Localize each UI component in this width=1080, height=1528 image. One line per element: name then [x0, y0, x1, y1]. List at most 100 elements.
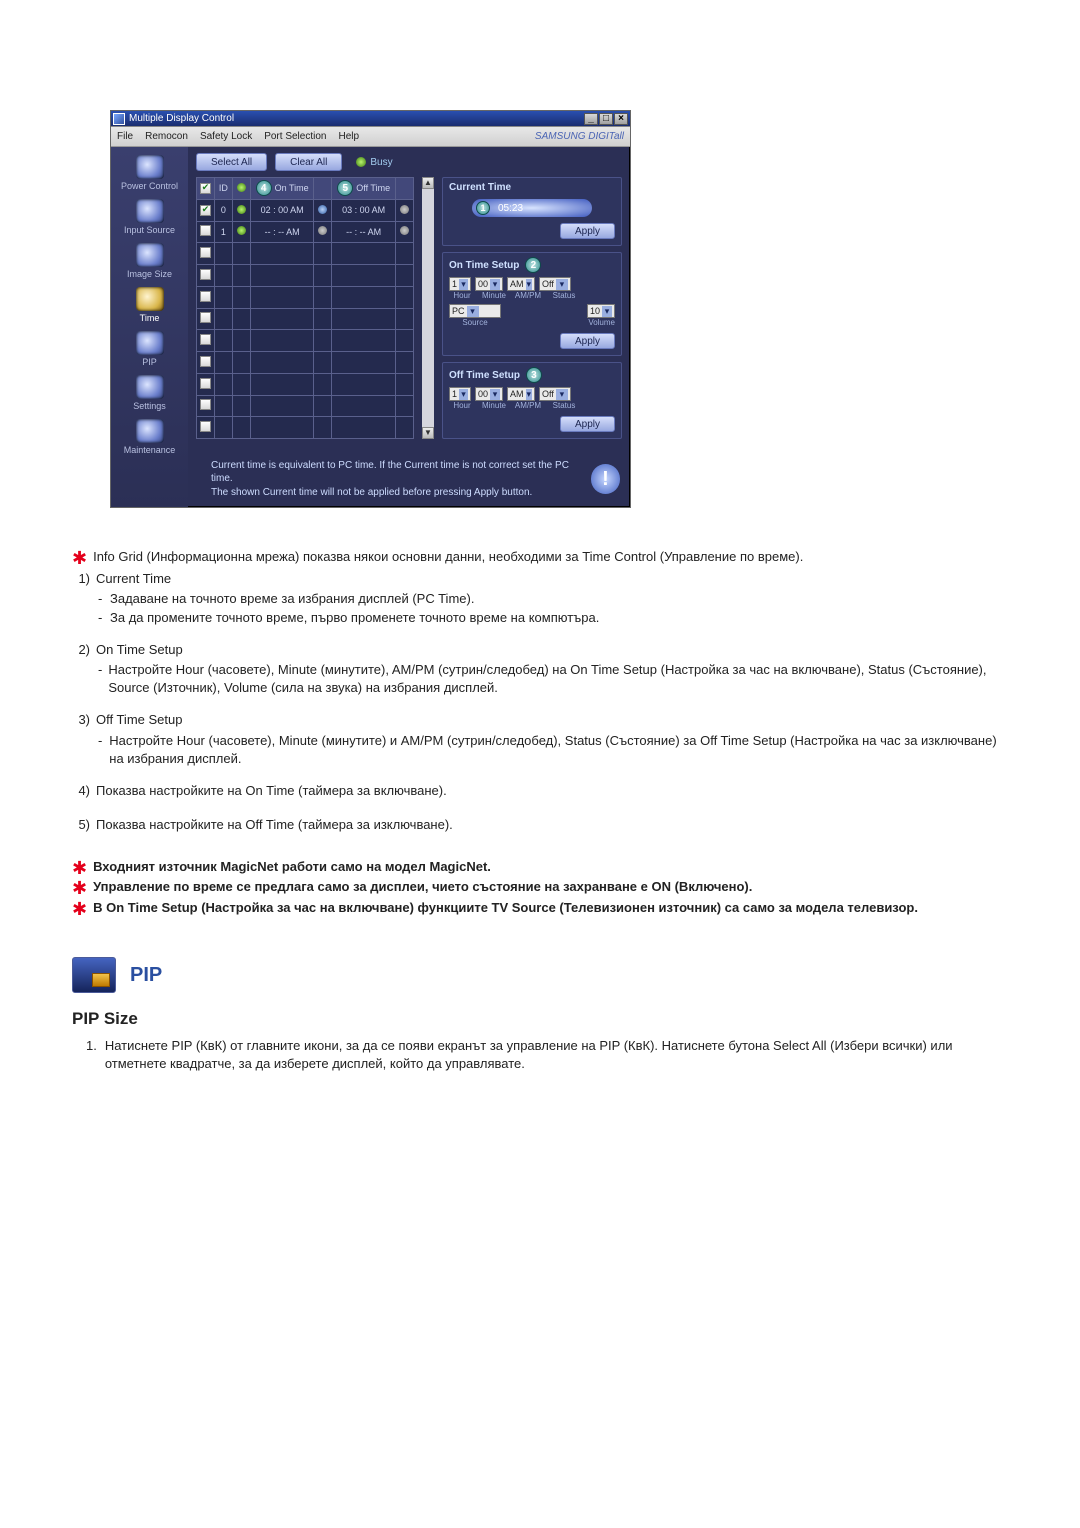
select-all-button[interactable]: Select All — [196, 153, 267, 171]
cell-id — [214, 417, 232, 439]
menu-file[interactable]: File — [117, 131, 133, 142]
row-checkbox[interactable] — [200, 334, 211, 345]
row-checkbox[interactable] — [200, 356, 211, 367]
menu-port-selection[interactable]: Port Selection — [264, 131, 326, 142]
dash-icon: - — [98, 661, 102, 697]
apply-off-time-button[interactable]: Apply — [560, 416, 615, 432]
cell-id — [214, 286, 232, 308]
header-checkbox[interactable] — [200, 183, 211, 194]
table-row — [197, 308, 414, 330]
apply-on-time-button[interactable]: Apply — [560, 333, 615, 349]
busy-indicator: Busy — [356, 157, 392, 168]
row-checkbox[interactable] — [200, 269, 211, 280]
footer-note-line1: Current time is equivalent to PC time. I… — [211, 459, 581, 486]
off-minute-select[interactable]: 00▾ — [475, 387, 503, 401]
scroll-track[interactable] — [422, 189, 434, 427]
cell-led1 — [232, 286, 250, 308]
cell-led3 — [396, 308, 414, 330]
on-minute-select[interactable]: 00▾ — [475, 277, 503, 291]
item-title: Off Time Setup — [96, 711, 182, 729]
pip-subtitle: PIP Size — [72, 1007, 1008, 1031]
sidebar-item-pip[interactable]: PIP — [115, 329, 184, 369]
item-title: Current Time — [96, 570, 171, 588]
cell-led2 — [314, 417, 332, 439]
list-item: 2)On Time Setup — [72, 641, 1008, 659]
off-ampm-select[interactable]: AM▾ — [507, 387, 535, 401]
intro-text: Info Grid (Информационна мрежа) показва … — [93, 548, 803, 566]
table-row: 002 : 00 AM03 : 00 AM — [197, 199, 414, 221]
cell-led3 — [396, 286, 414, 308]
cell-on-time — [250, 243, 314, 265]
sidebar-item-power-control[interactable]: Power Control — [115, 153, 184, 193]
off-hour-select[interactable]: 1▾ — [449, 387, 471, 401]
sidebar-item-label: PIP — [142, 357, 157, 367]
row-checkbox[interactable] — [200, 421, 211, 432]
on-hour-select[interactable]: 1▾ — [449, 277, 471, 291]
ol-text: Натиснете PIP (КвК) от главните икони, з… — [105, 1037, 1008, 1073]
cell-led3 — [396, 199, 414, 221]
sidebar-item-time[interactable]: Time — [115, 285, 184, 325]
clear-all-button[interactable]: Clear All — [275, 153, 342, 171]
cell-off-time — [332, 308, 396, 330]
table-row — [197, 286, 414, 308]
sidebar-item-maintenance[interactable]: Maintenance — [115, 417, 184, 457]
subitem-text: Задаване на точното време за избрания ди… — [110, 590, 474, 608]
cell-id: 1 — [214, 221, 232, 243]
table-row — [197, 352, 414, 374]
cell-check — [197, 395, 215, 417]
note-2: Управление по време се предлага само за … — [93, 878, 752, 896]
cell-id — [214, 243, 232, 265]
row-checkbox[interactable] — [200, 205, 211, 216]
on-ampm-select[interactable]: AM▾ — [507, 277, 535, 291]
off-time-panel: Off Time Setup 3 1▾ 00▾ AM▾ Off▾ — [442, 362, 622, 439]
grid-scrollbar[interactable]: ▲ ▼ — [422, 177, 434, 439]
window-maximize-button[interactable]: □ — [599, 113, 613, 125]
window-minimize-button[interactable]: _ — [584, 113, 598, 125]
callout-2-badge: 2 — [525, 257, 541, 273]
cell-led2 — [314, 373, 332, 395]
list-subitem: -Задаване на точното време за избрания д… — [98, 590, 1008, 608]
cell-led1 — [232, 243, 250, 265]
cell-on-time — [250, 417, 314, 439]
row-checkbox[interactable] — [200, 378, 211, 389]
sidebar-item-image-size[interactable]: Image Size — [115, 241, 184, 281]
sidebar-item-label: Settings — [133, 401, 166, 411]
menu-remocon[interactable]: Remocon — [145, 131, 188, 142]
menu-help[interactable]: Help — [338, 131, 359, 142]
list-item: 5)Показва настройките на Off Time (тайме… — [72, 816, 1008, 834]
dash-icon: - — [98, 732, 103, 768]
sidebar-item-label: Time — [140, 313, 160, 323]
cell-check — [197, 199, 215, 221]
sidebar-item-settings[interactable]: Settings — [115, 373, 184, 413]
on-volume-select[interactable]: 10▾ — [587, 304, 615, 318]
off-time-title: Off Time Setup — [449, 370, 520, 381]
cell-on-time — [250, 352, 314, 374]
scroll-up-button[interactable]: ▲ — [422, 177, 434, 189]
row-checkbox[interactable] — [200, 247, 211, 258]
row-checkbox[interactable] — [200, 399, 211, 410]
window-close-button[interactable]: × — [614, 113, 628, 125]
cell-id — [214, 308, 232, 330]
dash-icon: - — [98, 590, 104, 608]
on-status-select[interactable]: Off▾ — [539, 277, 571, 291]
col-led1 — [232, 178, 250, 200]
sidebar-item-input-source[interactable]: Input Source — [115, 197, 184, 237]
cell-led2 — [314, 352, 332, 374]
col-off-time: 5 Off Time — [332, 178, 396, 200]
star-icon: ✱ — [72, 879, 87, 897]
cell-led1 — [232, 199, 250, 221]
row-checkbox[interactable] — [200, 225, 211, 236]
off-status-select[interactable]: Off▾ — [539, 387, 571, 401]
row-checkbox[interactable] — [200, 291, 211, 302]
on-source-select[interactable]: PC▾ — [449, 304, 501, 318]
cell-check — [197, 352, 215, 374]
table-row: 1-- : -- AM-- : -- AM — [197, 221, 414, 243]
clock-icon — [136, 287, 164, 311]
sidebar-item-label: Maintenance — [124, 445, 176, 455]
apply-current-time-button[interactable]: Apply — [560, 223, 615, 239]
table-row — [197, 417, 414, 439]
scroll-down-button[interactable]: ▼ — [422, 427, 434, 439]
row-checkbox[interactable] — [200, 312, 211, 323]
cell-id: 0 — [214, 199, 232, 221]
menu-safety-lock[interactable]: Safety Lock — [200, 131, 252, 142]
